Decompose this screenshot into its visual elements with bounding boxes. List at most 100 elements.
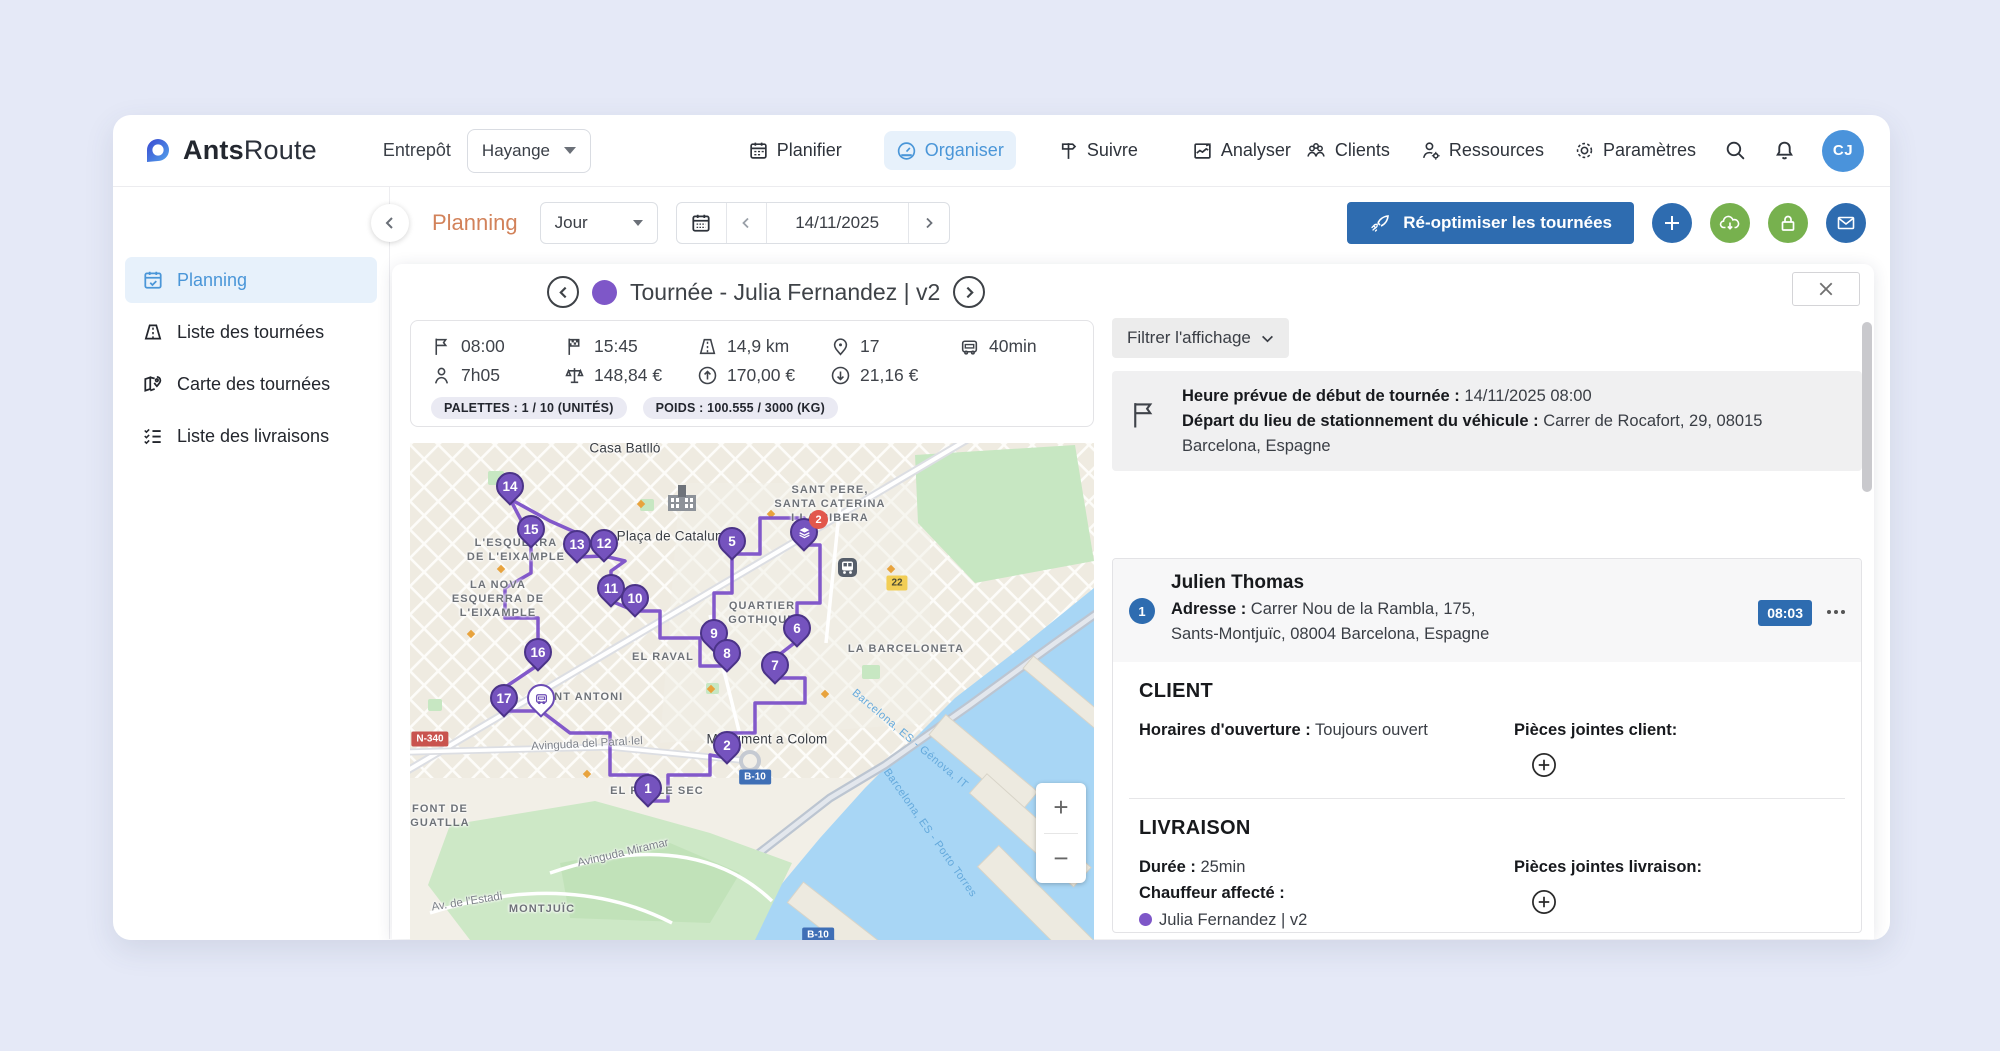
sidebar-item-liste-livraisons[interactable]: Liste des livraisons (125, 413, 377, 459)
nav-suivre[interactable]: Suivre (1046, 131, 1150, 170)
road-badge: 22 (886, 576, 907, 591)
tour-stat: 08:00 (431, 334, 564, 359)
stat-value: 14,9 km (727, 336, 789, 357)
stops-panel: Filtrer l'affichage Heure prévue de débu… (1112, 314, 1862, 933)
signpost-icon (1058, 140, 1079, 161)
sidebar-item-liste-tournees[interactable]: Liste des tournées (125, 309, 377, 355)
nav-organiser[interactable]: Organiser (884, 131, 1016, 170)
opening-hours-value: Toujours ouvert (1315, 721, 1428, 739)
chevron-right-icon (923, 217, 935, 229)
stat-value: 148,84 € (594, 365, 662, 386)
tour-color-dot (592, 280, 617, 305)
tour-stat: 21,16 € (830, 363, 959, 388)
more-options-icon[interactable] (1827, 610, 1831, 614)
tour-stat: 148,84 € (564, 363, 697, 388)
add-button[interactable] (1652, 203, 1692, 243)
prev-day-button[interactable] (727, 203, 767, 243)
arrow-up-icon (697, 365, 718, 386)
gear-icon (1574, 140, 1595, 161)
secondary-nav: Clients Ressources Paramètres CJ (1303, 130, 1864, 172)
vehicle-icon (534, 691, 549, 706)
sidebar: Planning Liste des tournées Carte des to… (113, 187, 390, 939)
antsroute-logo-icon (141, 134, 175, 168)
tour-stats-grid: 08:00 15:45 14,9 km 17 40min 7h05 148,84 € 170,… (431, 334, 1093, 388)
marker-number: 2 (715, 733, 739, 757)
add-client-attachment-button[interactable] (1530, 751, 1558, 782)
search-button[interactable] (1724, 139, 1747, 162)
antsroute-logo[interactable]: AntsRoute (141, 134, 317, 168)
route-map[interactable]: Casa BatllóPlaça de CatalunyaSANT PERE,S… (410, 443, 1094, 940)
stat-value: 08:00 (461, 336, 505, 357)
cloud-download-icon (1719, 212, 1741, 234)
marker-number: 11 (599, 576, 623, 600)
nav-planifier[interactable]: Planifier (736, 131, 854, 170)
road-badge: N-340 (411, 732, 448, 747)
antsroute-logo-text: AntsRoute (183, 135, 317, 166)
stop-name: Julien Thomas (1171, 572, 1501, 594)
stat-value: 7h05 (461, 365, 500, 386)
sidebar-item-carte-tournees[interactable]: Carte des tournées (125, 361, 377, 407)
nav-analyser[interactable]: Analyser (1180, 131, 1303, 170)
add-delivery-attachment-button[interactable] (1530, 888, 1558, 919)
marker-number: 12 (592, 531, 616, 555)
avatar[interactable]: CJ (1822, 130, 1864, 172)
stat-value: 170,00 € (727, 365, 795, 386)
mail-button[interactable] (1826, 203, 1866, 243)
sidebar-collapse-button[interactable] (371, 204, 409, 242)
next-tour-button[interactable] (953, 276, 985, 308)
tour-stat: 14,9 km (697, 334, 830, 359)
next-day-button[interactable] (909, 203, 949, 243)
warehouse-select[interactable]: Hayange (467, 129, 591, 173)
chevron-left-icon (740, 217, 752, 229)
client-section: CLIENT Horaires d'ouverture : Toujours o… (1113, 662, 1861, 798)
capacity-badges: PALETTES : 1 / 10 (UNITÉS) POIDS : 100.5… (431, 397, 1093, 419)
stat-value: 40min (989, 336, 1037, 357)
layers-icon (797, 525, 812, 540)
nav-parametres[interactable]: Paramètres (1572, 131, 1698, 170)
zoom-out-button[interactable]: − (1036, 834, 1086, 884)
zoom-in-button[interactable]: + (1036, 783, 1086, 833)
cluster-count-badge: 2 (809, 510, 828, 529)
marker-number: 16 (526, 640, 550, 664)
road-badge: B-10 (802, 928, 834, 941)
main-area: Planning Jour 14/11/2025 (390, 187, 1890, 939)
start-flag-icon (1130, 400, 1158, 430)
chevron-right-icon (963, 286, 976, 299)
nav-ressources[interactable]: Ressources (1418, 131, 1546, 170)
panel-scrollbar[interactable] (1862, 322, 1872, 492)
marker-number: 6 (785, 616, 809, 640)
tour-stat: 15:45 (564, 334, 697, 359)
marker-number: 13 (565, 532, 589, 556)
notifications-button[interactable] (1773, 139, 1796, 162)
stat-value: 17 (860, 336, 879, 357)
export-button[interactable] (1710, 203, 1750, 243)
nav-clients[interactable]: Clients (1303, 131, 1392, 170)
stop-time-badge: 08:03 (1758, 600, 1812, 626)
tour-stat: 40min (959, 334, 1093, 359)
stop-header[interactable]: 1 Julien Thomas Adresse : Carrer Nou de … (1113, 559, 1861, 662)
metro-icon (838, 558, 857, 577)
period-select[interactable]: Jour (540, 202, 658, 244)
search-icon (1724, 139, 1747, 162)
calendar-button[interactable] (677, 203, 727, 243)
date-value[interactable]: 14/11/2025 (767, 203, 909, 243)
mail-icon (1836, 213, 1856, 233)
chevron-left-icon (383, 216, 397, 230)
marker-number: 10 (623, 586, 647, 610)
reoptimize-button[interactable]: Ré-optimiser les tournées (1347, 202, 1634, 244)
client-section-title: CLIENT (1139, 680, 1845, 703)
sidebar-item-planning[interactable]: Planning (125, 257, 377, 303)
date-picker-group: 14/11/2025 (676, 202, 950, 244)
duration-label: Durée : (1139, 858, 1196, 876)
vehicle-icon (959, 336, 980, 357)
prev-tour-button[interactable] (547, 276, 579, 308)
lock-button[interactable] (1768, 203, 1808, 243)
chevron-left-icon (557, 286, 570, 299)
delivery-section: LIVRAISON Durée : 25min Chauffeur affect… (1113, 799, 1861, 933)
palettes-badge: PALETTES : 1 / 10 (UNITÉS) (431, 397, 627, 419)
filter-display-button[interactable]: Filtrer l'affichage (1112, 318, 1289, 358)
close-panel-button[interactable] (1792, 272, 1860, 306)
map-zoom-control: + − (1036, 783, 1086, 883)
tour-title: Tournée - Julia Fernandez | v2 (630, 279, 940, 306)
depot-departure-label: Départ du lieu de stationnement du véhic… (1182, 412, 1539, 430)
